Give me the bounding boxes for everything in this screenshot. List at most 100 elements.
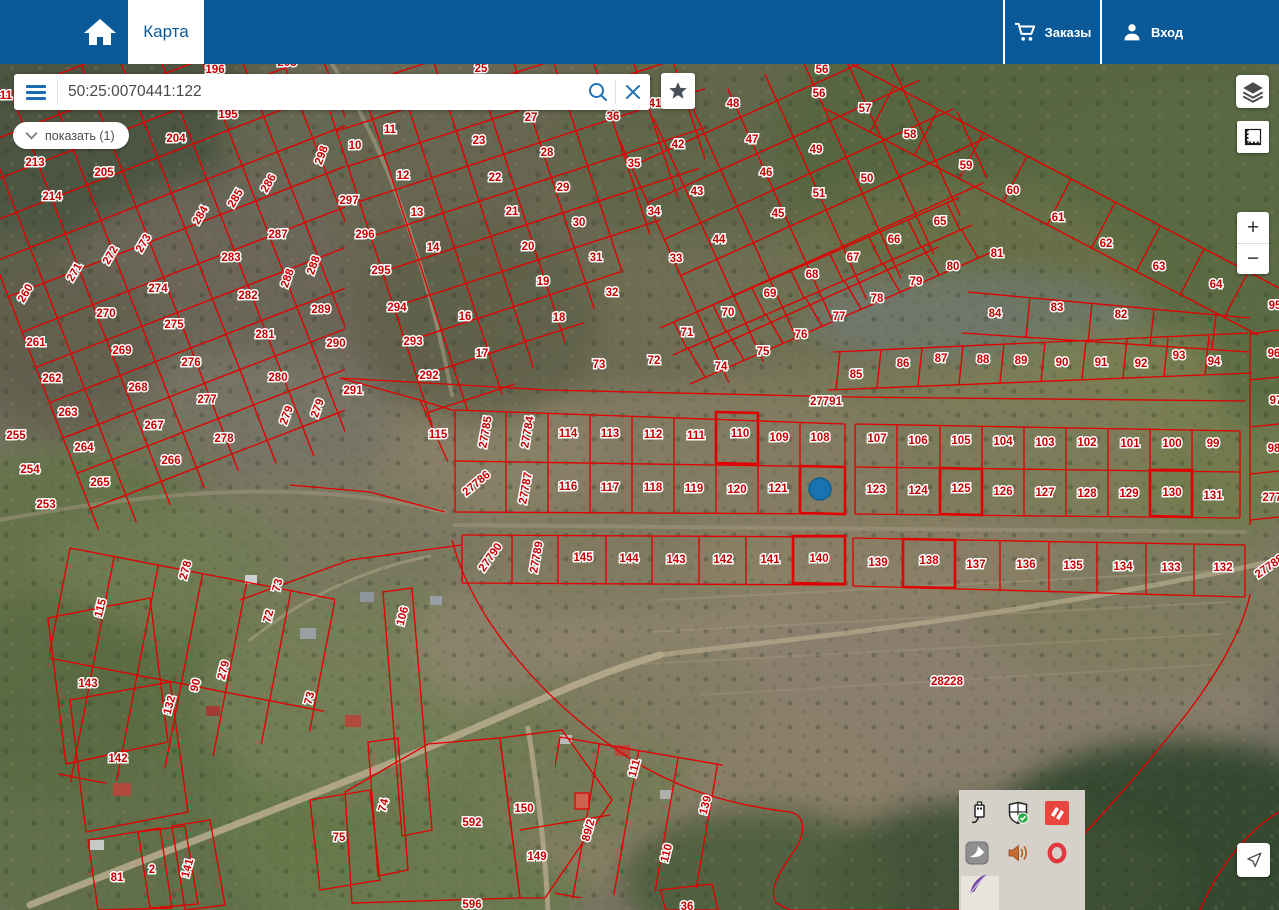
measure-button[interactable]	[1237, 121, 1269, 153]
parcel-label: 75	[757, 346, 770, 358]
parcel-label: 137	[966, 559, 985, 571]
parcel-label: 2	[149, 864, 155, 876]
parcel-label: 255	[6, 430, 26, 442]
feather-icon[interactable]	[966, 871, 990, 895]
parcel-label: 127	[1035, 487, 1054, 499]
parcel-label: 135	[1063, 560, 1083, 572]
home-icon	[84, 19, 116, 45]
parcel-label: 41	[649, 98, 662, 110]
parcel-label: 80	[947, 261, 960, 273]
menu-button[interactable]	[14, 74, 57, 110]
parcel-label: 36	[607, 111, 620, 123]
cart-icon	[1014, 22, 1035, 41]
parcel-label: 67	[847, 252, 860, 264]
parcel-label: 62	[1100, 238, 1113, 250]
parcel-label: 113	[601, 428, 620, 440]
parcel-label: 76	[795, 329, 808, 341]
home-button[interactable]	[72, 0, 128, 64]
parcel-label: 277	[1262, 492, 1279, 504]
clear-search-button[interactable]	[616, 74, 650, 110]
zoom-out-button[interactable]: −	[1237, 242, 1269, 275]
parcel-label: 23	[473, 135, 486, 147]
parcel-label: 74	[715, 361, 728, 373]
parcel-label: 93	[1173, 350, 1186, 362]
parcel-label: 27	[525, 112, 538, 124]
parcel-label: 254	[20, 464, 40, 476]
ruler-icon	[1244, 128, 1262, 146]
parcel-label: 43	[691, 186, 704, 198]
parcel-label: 44	[713, 234, 726, 246]
zoom-in-button[interactable]: +	[1237, 212, 1269, 243]
selected-parcel-marker[interactable]	[808, 477, 832, 501]
parcel-label: 121	[768, 483, 788, 495]
parcel-label: 133	[1161, 562, 1180, 574]
parcel-label: 105	[951, 435, 971, 447]
parcel-label: 145	[573, 552, 593, 564]
parcel-label: 144	[619, 553, 639, 565]
orders-button[interactable]: Заказы	[1003, 0, 1100, 64]
parcel-label: 112	[644, 429, 663, 441]
parcel-label: 142	[108, 753, 127, 765]
parcel-label: 97	[1270, 395, 1279, 407]
parcel-label: 111	[0, 90, 13, 102]
parcel-label: 34	[648, 206, 661, 218]
parcel-label: 60	[1007, 185, 1020, 197]
parcel-label: 290	[326, 338, 345, 350]
parcel-label: 262	[42, 373, 61, 385]
parcel-label: 96	[1268, 348, 1279, 360]
parcel-label: 66	[888, 234, 901, 246]
parcel-label: 130	[1162, 487, 1181, 499]
parcel-label: 36	[681, 901, 694, 910]
parcel-label: 114	[559, 428, 578, 440]
show-results-button[interactable]: показать (1)	[13, 122, 129, 149]
zoom-control: + −	[1237, 212, 1269, 274]
parcel-label: 45	[772, 208, 785, 220]
parcel-label: 21	[506, 206, 519, 218]
parcel-label: 69	[764, 288, 777, 300]
bird-app-icon[interactable]	[965, 841, 989, 865]
volume-icon[interactable]	[1006, 841, 1030, 865]
parcel-label: 103	[1035, 437, 1054, 449]
parcel-label: 33	[670, 253, 683, 265]
parcel-label: 81	[991, 248, 1004, 260]
parcel-label: 276	[181, 357, 200, 369]
parcel-label: 28228	[931, 676, 964, 688]
login-button[interactable]: Вход	[1100, 0, 1279, 64]
user-icon	[1124, 24, 1140, 41]
tab-map[interactable]: Карта	[128, 0, 204, 64]
parcel-label: 274	[148, 283, 168, 295]
parcel-label: 277	[197, 394, 216, 406]
parcel-label: 102	[1077, 437, 1096, 449]
parcel-label: 90	[1056, 357, 1069, 369]
usb-device-icon[interactable]	[966, 801, 990, 825]
parcel-label: 142	[713, 554, 732, 566]
parcel-label: 109	[769, 432, 788, 444]
parcel-label: 58	[904, 129, 917, 141]
search-input[interactable]	[58, 83, 581, 101]
parcel-label: 261	[26, 337, 46, 349]
parcel-label: 134	[1113, 561, 1133, 573]
favorites-button[interactable]	[661, 73, 695, 109]
parcel-label: 87	[935, 353, 948, 365]
parcel-label: 293	[403, 336, 422, 348]
search-submit-button[interactable]	[581, 74, 615, 110]
map-canvas[interactable]: 1111962032541195204205213214101112131416…	[0, 0, 1279, 910]
red-app-icon[interactable]	[1045, 801, 1069, 825]
defender-shield-icon[interactable]	[1006, 801, 1030, 825]
parcel-label: 101	[1120, 438, 1140, 450]
parcel-label: 116	[559, 481, 578, 493]
layers-button[interactable]	[1236, 75, 1269, 108]
parcel-label: 28	[541, 147, 554, 159]
parcel-label: 280	[268, 372, 287, 384]
parcel-label: 29	[557, 182, 570, 194]
parcel-label: 32	[606, 287, 619, 299]
parcel-label: 195	[218, 109, 238, 121]
geolocation-button[interactable]	[1237, 843, 1270, 877]
parcel-label: 266	[161, 455, 180, 467]
parcel-label: 123	[866, 484, 885, 496]
parcel-label: 107	[867, 433, 886, 445]
parcel-label: 143	[666, 554, 685, 566]
parcel-label: 51	[813, 188, 826, 200]
opera-icon[interactable]	[1045, 841, 1069, 865]
parcel-label: 132	[1213, 562, 1232, 574]
